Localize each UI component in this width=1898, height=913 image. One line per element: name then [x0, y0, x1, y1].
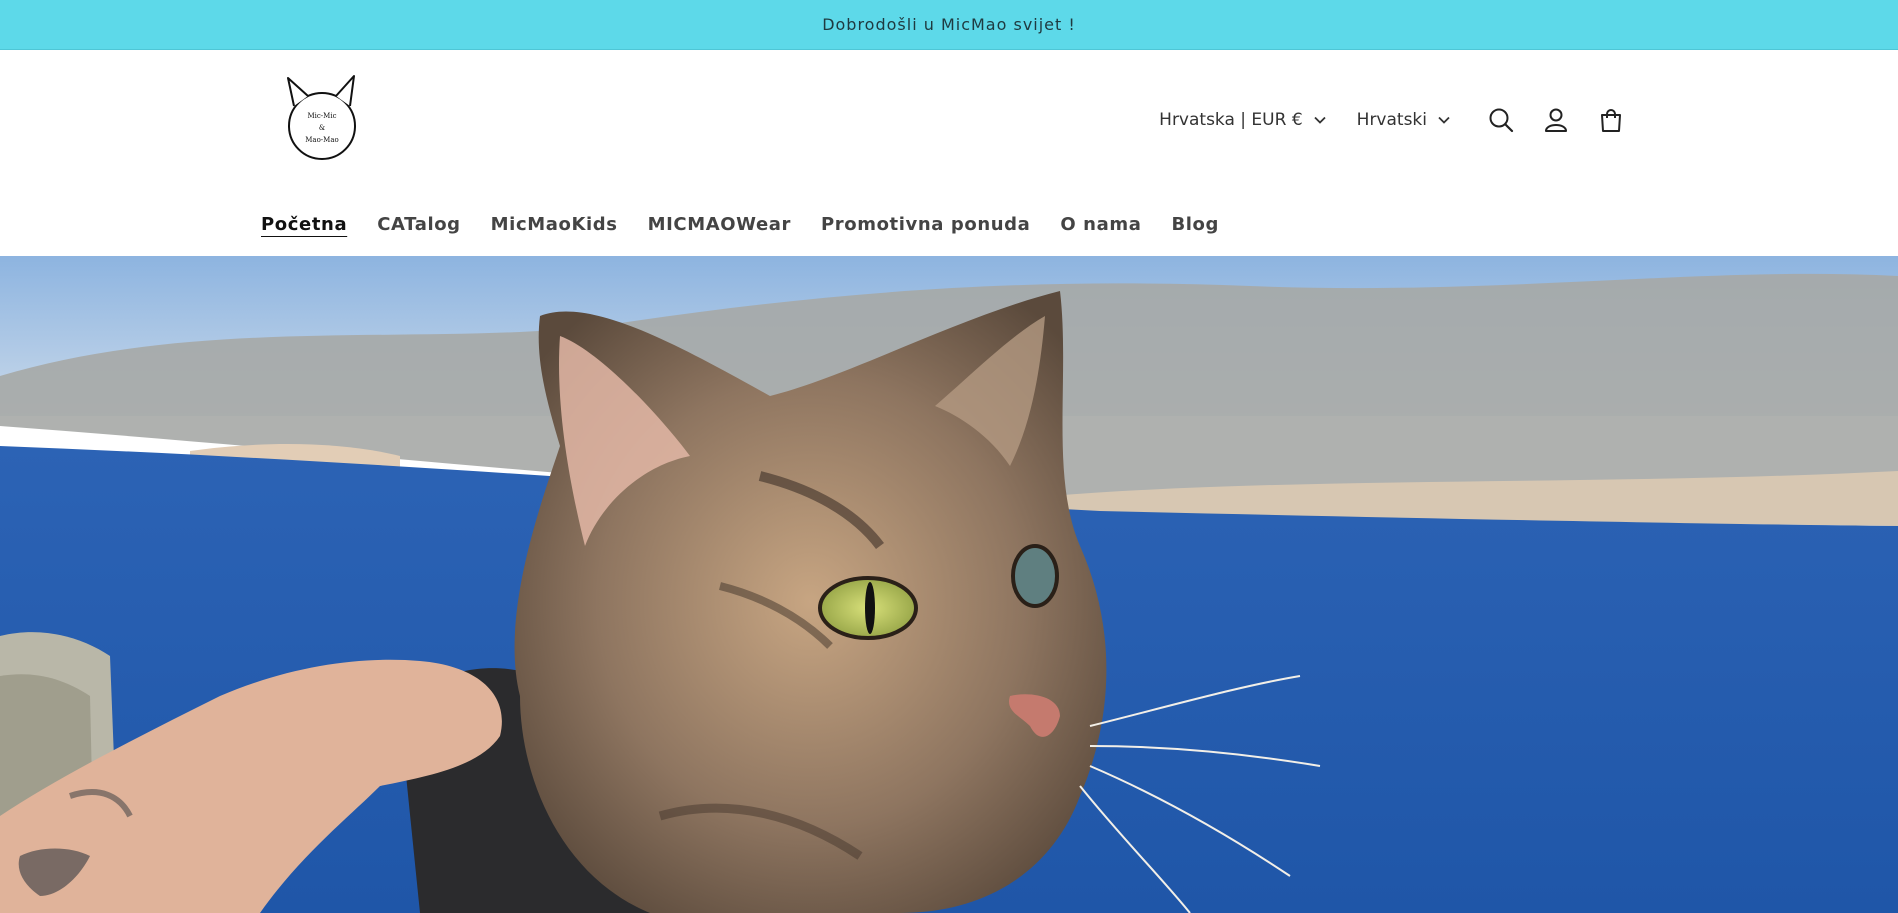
announcement-text: Dobrodošli u MicMao svijet ! — [822, 15, 1076, 34]
chevron-down-icon — [1438, 116, 1450, 124]
cart-button[interactable] — [1583, 98, 1638, 142]
main-navigation: Početna CATalog MicMaoKids MICMAOWear Pr… — [261, 214, 1249, 235]
account-icon — [1544, 108, 1567, 132]
announcement-bar: Dobrodošli u MicMao svijet ! — [0, 0, 1898, 50]
nav-item-micmaowear[interactable]: MICMAOWear — [648, 214, 791, 235]
account-button[interactable] — [1528, 98, 1583, 142]
logo-text-line1: Mic-Mic — [307, 112, 336, 120]
search-button[interactable] — [1473, 98, 1528, 142]
cart-icon — [1600, 109, 1621, 132]
language-selector[interactable]: Hrvatski — [1353, 110, 1455, 130]
logo-text-line2: & — [319, 124, 325, 132]
logo-text-line3: Mao-Mao — [305, 136, 338, 144]
site-header: Mic-Mic & Mao-Mao Hrvatska | EUR € Hrvat… — [0, 50, 1898, 256]
search-icon — [1489, 108, 1513, 133]
chevron-down-icon — [1314, 116, 1326, 124]
nav-item-pocetna[interactable]: Početna — [261, 214, 347, 235]
language-label: Hrvatski — [1356, 110, 1427, 130]
hero-banner[interactable] — [0, 256, 1898, 913]
nav-item-promotivna-ponuda[interactable]: Promotivna ponuda — [821, 214, 1030, 235]
nav-item-micmaokids[interactable]: MicMaoKids — [491, 214, 618, 235]
nav-item-blog[interactable]: Blog — [1171, 214, 1219, 235]
nav-item-o-nama[interactable]: O nama — [1060, 214, 1141, 235]
country-currency-selector[interactable]: Hrvatska | EUR € — [1155, 110, 1331, 130]
country-currency-label: Hrvatska | EUR € — [1159, 110, 1303, 130]
cat-logo-icon: Mic-Mic & Mao-Mao — [287, 75, 356, 160]
site-logo[interactable]: Mic-Mic & Mao-Mao — [282, 68, 362, 166]
hero-cat-image — [0, 256, 1898, 913]
header-tools: Hrvatska | EUR € Hrvatski — [1155, 102, 1638, 138]
nav-item-catalog[interactable]: CATalog — [377, 214, 460, 235]
